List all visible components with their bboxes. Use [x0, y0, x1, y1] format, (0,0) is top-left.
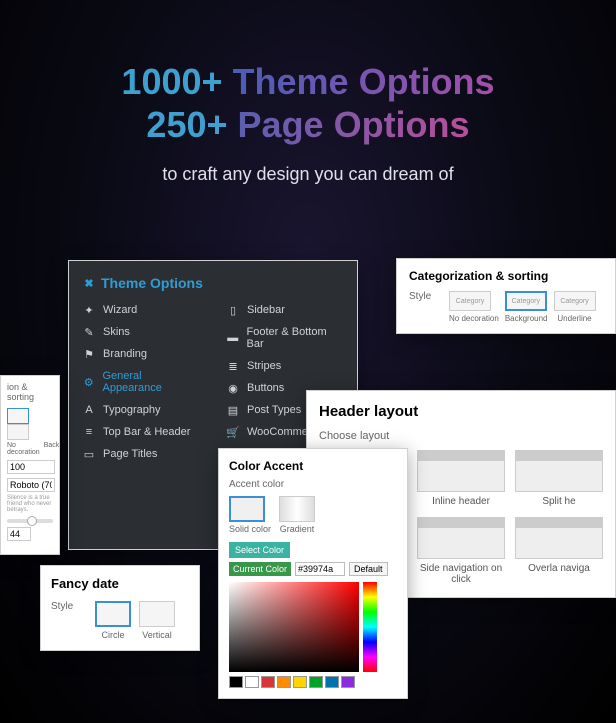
menu-icon: ▤	[227, 404, 239, 416]
menu-item-general-appearance[interactable]: ⚙General Appearance	[69, 365, 213, 399]
menu-item-branding[interactable]: ⚑Branding	[69, 343, 213, 365]
slider-knob[interactable]	[27, 516, 37, 526]
hue-slider[interactable]	[363, 582, 377, 672]
back-label: Back	[44, 442, 60, 456]
accent-color-label: Accent color	[229, 479, 397, 490]
fancy-date-header: Fancy date	[51, 576, 189, 591]
header-layout-option[interactable]: Overla naviga	[515, 517, 603, 585]
header-layout-subtitle: Choose layout	[319, 430, 603, 442]
fancy-date-panel: Fancy date Style CircleVertical	[40, 565, 200, 651]
swatch[interactable]	[277, 676, 291, 688]
menu-icon: ≡	[83, 426, 95, 438]
swatch[interactable]	[293, 676, 307, 688]
menu-item-top-bar-header[interactable]: ≡Top Bar & Header	[69, 421, 213, 443]
slider[interactable]	[7, 519, 53, 523]
count-1: 1000+	[121, 61, 222, 102]
theme-options-title: ✖ Theme Options	[69, 271, 357, 299]
tools-icon: ✖	[83, 277, 95, 289]
cat-option-background[interactable]: CategoryBackground	[505, 291, 548, 323]
menu-icon: ⚑	[83, 348, 95, 360]
menu-icon: ▯	[227, 304, 239, 316]
menu-item-sidebar[interactable]: ▯Sidebar	[213, 299, 357, 321]
number-input[interactable]	[7, 460, 55, 474]
menu-icon: ≣	[227, 360, 239, 372]
swatch[interactable]	[309, 676, 323, 688]
menu-item-typography[interactable]: ATypography	[69, 399, 213, 421]
hex-input[interactable]	[295, 562, 345, 576]
categorization-header: Categorization & sorting	[409, 269, 603, 283]
default-button[interactable]: Default	[349, 562, 388, 576]
hero: 1000+ Theme Options 250+ Page Options to…	[0, 0, 616, 185]
cat-option-no-decoration[interactable]: CategoryNo decoration	[449, 291, 499, 323]
swatch[interactable]	[261, 676, 275, 688]
menu-icon: ◉	[227, 382, 239, 394]
slider-value[interactable]	[7, 527, 31, 541]
menu-icon: ✎	[83, 326, 95, 338]
header-layout-title: Header layout	[319, 403, 603, 420]
color-gradient-picker[interactable]	[229, 582, 359, 672]
fancy-option-vertical[interactable]: Vertical	[139, 601, 175, 640]
swatch[interactable]	[341, 676, 355, 688]
label-2: Page Options	[238, 104, 470, 145]
hero-title: 1000+ Theme Options 250+ Page Options	[0, 60, 616, 146]
swatch[interactable]	[245, 676, 259, 688]
font-select[interactable]	[7, 478, 55, 492]
menu-icon: ▬	[227, 332, 239, 344]
option-back[interactable]	[7, 424, 29, 440]
menu-icon: ⚙	[83, 376, 94, 388]
option-nodeco[interactable]	[7, 408, 29, 424]
header-layout-option[interactable]: Side navigation on click	[417, 517, 505, 585]
menu-item-wizard[interactable]: ✦Wizard	[69, 299, 213, 321]
count-2: 250+	[146, 104, 227, 145]
nodeco-label: No decoration	[7, 442, 40, 456]
header-layout-option[interactable]: Inline header	[417, 450, 505, 507]
current-color-chip: Current Color	[229, 562, 291, 576]
color-type-solid-color[interactable]: Solid color	[229, 496, 271, 534]
menu-item-page-titles[interactable]: ▭Page Titles	[69, 443, 213, 465]
fancy-style-label: Style	[51, 601, 81, 612]
hero-subtitle: to craft any design you can dream of	[0, 164, 616, 185]
swatch[interactable]	[325, 676, 339, 688]
quote-text: Silence is a true friend who never betra…	[7, 495, 53, 513]
color-type-gradient[interactable]: Gradient	[279, 496, 315, 534]
partial-header: ion & sorting	[7, 382, 53, 402]
menu-icon: ✦	[83, 304, 95, 316]
cat-option-underline[interactable]: CategoryUnderline	[554, 291, 596, 323]
swatch[interactable]	[229, 676, 243, 688]
header-layout-option[interactable]: Split he	[515, 450, 603, 507]
menu-item-stripes[interactable]: ≣Stripes	[213, 355, 357, 377]
label-1: Theme Options	[233, 61, 495, 102]
menu-item-skins[interactable]: ✎Skins	[69, 321, 213, 343]
theme-options-title-text: Theme Options	[101, 275, 203, 291]
select-color-button[interactable]: Select Color	[229, 542, 290, 558]
fancy-option-circle[interactable]: Circle	[95, 601, 131, 640]
color-accent-panel: Color Accent Accent color Solid colorGra…	[218, 448, 408, 699]
color-accent-title: Color Accent	[229, 459, 397, 473]
menu-icon: A	[83, 404, 95, 416]
menu-item-footer-bottom-bar[interactable]: ▬Footer & Bottom Bar	[213, 321, 357, 355]
left-partial-panel: ion & sorting No decoration Back Silence…	[0, 375, 60, 555]
menu-icon: 🛒	[227, 426, 239, 438]
style-label: Style	[409, 291, 439, 302]
categorization-panel: Categorization & sorting Style CategoryN…	[396, 258, 616, 334]
menu-icon: ▭	[83, 448, 95, 460]
